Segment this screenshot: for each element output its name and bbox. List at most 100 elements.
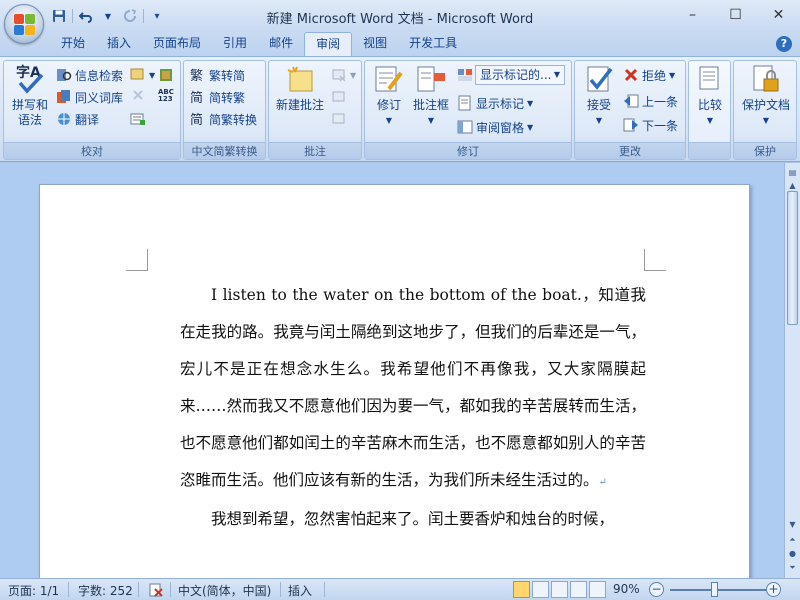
translate-tooltip-button[interactable]: ▼	[130, 65, 155, 85]
display-for-review-select[interactable]: 显示标记的... ▼	[475, 65, 565, 85]
undo-dropdown-icon[interactable]: ▼	[99, 7, 117, 25]
delete-comment-button[interactable]: ▼	[331, 65, 356, 85]
protect-document-label: 保护文档	[741, 98, 790, 112]
scroll-thumb[interactable]	[787, 191, 798, 325]
research-button[interactable]: 信息检索	[56, 65, 123, 85]
tab-page-layout[interactable]: 页面布局	[142, 32, 212, 56]
show-markup-label: 显示标记	[476, 96, 525, 111]
group-label-protect: 保护	[734, 142, 796, 159]
compare-button[interactable]: 比较 ▼	[693, 63, 727, 128]
reviewing-pane-button[interactable]: 审阅窗格 ▼	[457, 117, 533, 137]
document-body[interactable]: I listen to the water on the bottom of t…	[180, 277, 646, 538]
tab-developer[interactable]: 开发工具	[398, 32, 468, 56]
zoom-in-button[interactable]: +	[766, 582, 781, 597]
language-indicator[interactable]: 中文(简体，中国)	[178, 582, 271, 599]
ruler-toggle-icon[interactable]: ▤	[786, 166, 799, 179]
document-paragraph[interactable]: 我想到希望，忽然害怕起来了。闰土要香炉和烛台的时候，	[180, 501, 646, 538]
tab-home[interactable]: 开始	[50, 32, 96, 56]
status-separator	[170, 582, 171, 597]
group-protect: 保护文档 ▼ 保护	[733, 60, 797, 160]
minimize-button[interactable]: –	[671, 0, 714, 30]
trad-to-simp-icon: 繁	[190, 67, 206, 84]
tab-mailings[interactable]: 邮件	[258, 32, 304, 56]
previous-change-button[interactable]: 上一条	[623, 91, 678, 111]
draft-view-button[interactable]	[589, 581, 606, 598]
previous-comment-button[interactable]	[331, 87, 347, 107]
protect-document-button[interactable]: 保护文档 ▼	[736, 63, 796, 128]
office-button[interactable]	[4, 4, 44, 44]
tab-review[interactable]: 审阅	[304, 32, 353, 56]
status-bar: 页面: 1/1 字数: 252 中文(简体，中国) 插入 90% − +	[0, 578, 800, 600]
ribbon: 字A 拼写和 语法 信息检索 同义词库 翻译 ▼ ABC 123 校对 繁 繁转…	[0, 56, 800, 162]
customize-qat-icon[interactable]: ▾	[148, 7, 166, 25]
status-separator	[280, 582, 281, 597]
previous-comment-icon	[331, 89, 347, 105]
web-layout-view-button[interactable]	[551, 581, 568, 598]
print-layout-view-button[interactable]	[513, 581, 530, 598]
help-icon[interactable]: ?	[776, 36, 792, 52]
redo-icon[interactable]	[121, 7, 139, 25]
new-comment-button[interactable]: 新建批注	[273, 63, 327, 113]
trad-to-simp-button[interactable]: 繁 繁转简	[190, 65, 245, 85]
tab-insert[interactable]: 插入	[96, 32, 142, 56]
group-label-compare	[689, 142, 730, 159]
proofing-status-icon[interactable]	[148, 582, 164, 600]
word-count-indicator[interactable]: 字数: 252	[78, 582, 133, 599]
document-workspace: I listen to the water on the bottom of t…	[0, 163, 784, 578]
select-browse-object-icon[interactable]: ●	[786, 547, 799, 560]
group-chinese-conversion: 繁 繁转简 简 简转繁 简 简繁转换 中文简繁转换	[183, 60, 266, 160]
thesaurus-label: 同义词库	[75, 90, 124, 105]
balloons-dropdown-icon: ▼	[427, 116, 435, 125]
accept-label: 接受	[586, 98, 611, 112]
next-change-button[interactable]: 下一条	[623, 115, 678, 135]
chinese-convert-button[interactable]: 简 简繁转换	[190, 109, 257, 129]
reject-button[interactable]: 拒绝 ▼	[623, 65, 675, 85]
next-comment-button[interactable]	[331, 109, 347, 129]
parental-control-icon	[130, 89, 146, 105]
undo-icon[interactable]	[77, 7, 95, 25]
balloons-button[interactable]: 批注框 ▼	[411, 63, 451, 128]
scroll-down-arrow-icon[interactable]: ▼	[786, 518, 799, 531]
abc-count-button[interactable]: ABC 123	[158, 87, 174, 107]
reject-change-icon	[623, 67, 639, 83]
track-changes-button[interactable]: 修订 ▼	[369, 63, 409, 128]
spelling-grammar-button[interactable]: 字A 拼写和 语法	[8, 63, 52, 128]
maximize-button[interactable]: ☐	[714, 0, 757, 30]
next-page-icon[interactable]: ⏷	[786, 561, 799, 574]
translate-label: 翻译	[75, 112, 100, 127]
previous-page-icon[interactable]: ⏶	[786, 533, 799, 546]
word-count-button[interactable]	[130, 109, 146, 129]
language-icon	[158, 67, 174, 83]
margin-corner-top-right	[644, 249, 666, 271]
tab-references[interactable]: 引用	[212, 32, 258, 56]
office-logo-icon	[14, 14, 35, 35]
tab-view[interactable]: 视图	[352, 32, 398, 56]
zoom-slider[interactable]	[670, 589, 770, 591]
outline-view-button[interactable]	[570, 581, 587, 598]
translate-button[interactable]: 翻译	[56, 109, 99, 129]
parental-control-button[interactable]	[130, 87, 146, 107]
accept-button[interactable]: 接受 ▼	[579, 63, 619, 128]
zoom-level[interactable]: 90%	[613, 582, 640, 596]
spelling-label-line1: 拼写和	[11, 98, 48, 112]
page-indicator[interactable]: 页面: 1/1	[8, 582, 59, 599]
close-button[interactable]: ✕	[757, 0, 800, 30]
document-page[interactable]: I listen to the water on the bottom of t…	[39, 184, 750, 578]
zoom-out-button[interactable]: −	[649, 582, 664, 597]
thesaurus-button[interactable]: 同义词库	[56, 87, 123, 107]
set-language-button[interactable]	[158, 65, 174, 85]
insert-mode-indicator[interactable]: 插入	[288, 582, 312, 599]
zoom-slider-knob[interactable]	[711, 582, 718, 597]
accept-dropdown-icon: ▼	[595, 116, 603, 125]
full-screen-reading-view-button[interactable]	[532, 581, 549, 598]
svg-text:简: 简	[190, 112, 203, 127]
research-label: 信息检索	[75, 68, 124, 83]
simp-to-trad-button[interactable]: 简 简转繁	[190, 87, 245, 107]
vertical-scrollbar[interactable]: ▤ ▲ ▼ ⏶ ● ⏷	[784, 163, 800, 578]
document-paragraph[interactable]: I listen to the water on the bottom of t…	[180, 277, 646, 501]
spelling-label-line2: 语法	[17, 113, 42, 127]
display-for-review-value: 显示标记的...	[480, 68, 552, 82]
save-icon[interactable]	[50, 7, 68, 25]
svg-text:简: 简	[190, 90, 203, 105]
show-markup-button[interactable]: 显示标记 ▼	[457, 93, 533, 113]
